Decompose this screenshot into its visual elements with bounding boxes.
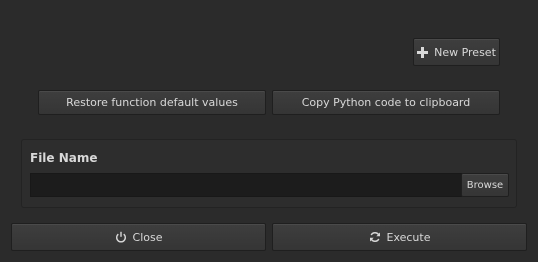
copy-python-code-button[interactable]: Copy Python code to clipboard (272, 90, 500, 115)
execute-button[interactable]: Execute (272, 223, 527, 251)
restore-defaults-label: Restore function default values (66, 96, 238, 109)
close-label: Close (132, 230, 163, 244)
new-preset-button[interactable]: New Preset (413, 38, 500, 66)
refresh-icon (369, 231, 381, 243)
plus-icon (417, 46, 429, 58)
browse-label: Browse (466, 179, 504, 191)
copy-python-code-label: Copy Python code to clipboard (301, 96, 471, 109)
close-button[interactable]: Close (11, 223, 266, 251)
browse-button[interactable]: Browse (461, 173, 509, 197)
execute-label: Execute (386, 230, 431, 244)
new-preset-label: New Preset (434, 45, 496, 59)
restore-defaults-button[interactable]: Restore function default values (38, 90, 266, 115)
power-icon (115, 231, 127, 243)
file-name-group: File Name Browse (21, 139, 517, 208)
file-name-input[interactable] (30, 173, 462, 197)
file-name-title: File Name (30, 151, 98, 165)
